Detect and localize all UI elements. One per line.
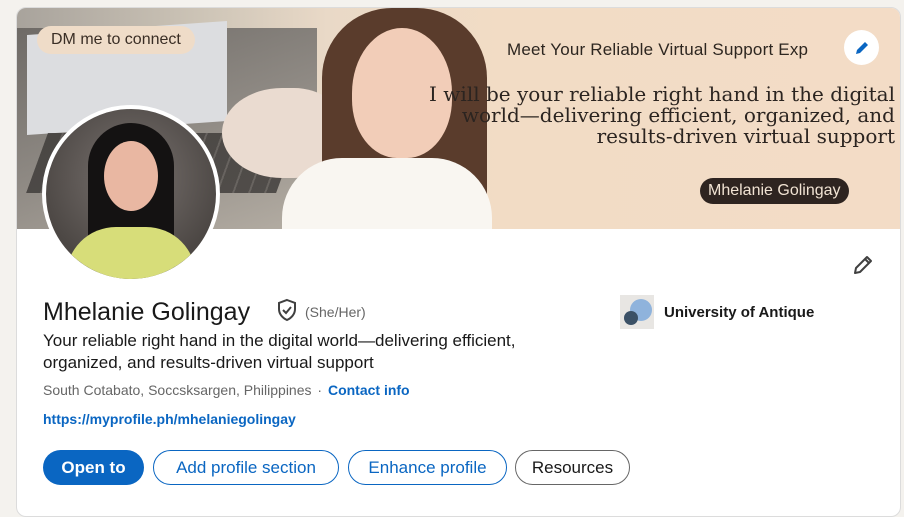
resources-button[interactable]: Resources bbox=[515, 450, 630, 485]
add-profile-section-button[interactable]: Add profile section bbox=[153, 450, 339, 485]
pencil-icon bbox=[854, 256, 872, 274]
banner-name-badge: Mhelanie Golingay bbox=[700, 178, 849, 204]
profile-photo[interactable] bbox=[42, 105, 220, 283]
profile-name: Mhelanie Golingay bbox=[43, 298, 251, 326]
edit-banner-button[interactable] bbox=[844, 30, 879, 65]
contact-info-link[interactable]: Contact info bbox=[328, 382, 410, 398]
profile-card: DM me to connect Meet Your Reliable Virt… bbox=[16, 7, 901, 517]
school-name: University of Antique bbox=[664, 303, 815, 321]
separator-dot: · bbox=[317, 382, 323, 398]
banner-tagline: I will be your reliable right hand in th… bbox=[429, 82, 895, 148]
edit-intro-button[interactable] bbox=[849, 251, 877, 279]
dm-me-badge: DM me to connect bbox=[37, 26, 195, 54]
education-item[interactable]: University of Antique bbox=[620, 295, 814, 329]
location-line: South Cotabato, Soccsksargen, Philippine… bbox=[43, 382, 410, 398]
pronouns: (She/Her) bbox=[305, 304, 366, 320]
open-to-button[interactable]: Open to bbox=[43, 450, 144, 485]
pencil-icon bbox=[855, 41, 868, 54]
banner-meet-text: Meet Your Reliable Virtual Support Exp bbox=[507, 40, 809, 59]
school-logo bbox=[620, 295, 654, 329]
enhance-profile-button[interactable]: Enhance profile bbox=[348, 450, 507, 485]
website-link[interactable]: https://myprofile.ph/mhelaniegolingay bbox=[43, 411, 296, 427]
location-text: South Cotabato, Soccsksargen, Philippine… bbox=[43, 382, 312, 398]
shield-check-icon[interactable] bbox=[275, 298, 299, 322]
profile-headline: Your reliable right hand in the digital … bbox=[43, 331, 516, 372]
